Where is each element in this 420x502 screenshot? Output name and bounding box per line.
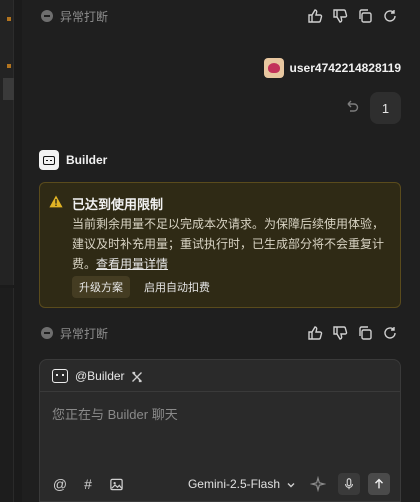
mention-icon[interactable]: @ (52, 476, 68, 492)
tools-icon[interactable] (131, 370, 143, 382)
user-avatar (263, 58, 284, 78)
microphone-icon (344, 478, 354, 490)
warning-icon (49, 195, 63, 208)
status-text: 异常打断 (60, 9, 109, 24)
chevron-down-icon (286, 479, 296, 489)
user-message-bubble: 1 (370, 92, 401, 124)
stop-circle-icon (41, 10, 53, 22)
retry-icon[interactable] (382, 325, 398, 341)
arrow-up-icon (375, 478, 383, 489)
usage-details-link[interactable]: 查看用量详情 (96, 257, 168, 271)
microphone-button[interactable] (338, 473, 360, 495)
copy-icon[interactable] (357, 325, 373, 341)
assistant-header: Builder (39, 150, 107, 170)
message-actions (307, 8, 398, 24)
send-button[interactable] (368, 473, 390, 495)
side-panel-lower (0, 288, 14, 502)
model-name: Gemini-2.5-Flash (187, 477, 280, 491)
side-panel-upper (0, 0, 14, 285)
undo-icon[interactable] (344, 98, 360, 114)
agent-mention[interactable]: @Builder (75, 369, 125, 383)
image-icon[interactable] (108, 476, 124, 492)
assistant-name: Builder (66, 153, 108, 167)
limit-title: 已达到使用限制 (72, 197, 164, 212)
user-header: user4742214828119 (263, 58, 401, 78)
interrupted-status: 异常打断 (41, 7, 108, 25)
status-text: 异常打断 (60, 326, 109, 341)
message-actions (307, 325, 398, 341)
edge-marker (7, 64, 11, 68)
enable-auto-charge-button[interactable]: 启用自动扣费 (137, 276, 217, 298)
upgrade-plan-button[interactable]: 升级方案 (72, 276, 130, 298)
composer-toolbar: @ # Gemini-2.5-Flash (52, 473, 390, 495)
copy-icon[interactable] (357, 8, 373, 24)
thumbs-up-icon[interactable] (307, 8, 323, 24)
composer-agent-bar: @Builder (40, 360, 400, 392)
thumbs-down-icon[interactable] (332, 325, 348, 341)
sparkle-icon[interactable] (309, 475, 327, 493)
usage-limit-card: 已达到使用限制 当前剩余用量不足以完成本次请求。为保障后续使用体验，建议及时补充… (39, 182, 401, 308)
builder-logo-icon (52, 368, 68, 383)
model-selector[interactable]: Gemini-2.5-Flash (188, 477, 296, 491)
edge-selection (3, 78, 14, 100)
stop-circle-icon (41, 327, 53, 339)
builder-logo-icon (39, 150, 59, 170)
hashtag-icon[interactable]: # (80, 476, 96, 492)
chat-composer: @Builder 您正在与 Builder 聊天 @ # Gemini-2.5-… (39, 359, 401, 502)
limit-message: 当前剩余用量不足以完成本次请求。为保障后续使用体验，建议及时补充用量；重试执行时… (72, 214, 392, 274)
limit-actions: 升级方案 启用自动扣费 (72, 276, 217, 298)
retry-icon[interactable] (382, 8, 398, 24)
message-input[interactable]: 您正在与 Builder 聊天 (52, 404, 178, 423)
thumbs-up-icon[interactable] (307, 325, 323, 341)
username: user4742214828119 (289, 61, 401, 75)
edge-marker (7, 17, 11, 21)
interrupted-status: 异常打断 (41, 324, 108, 342)
thumbs-down-icon[interactable] (332, 8, 348, 24)
